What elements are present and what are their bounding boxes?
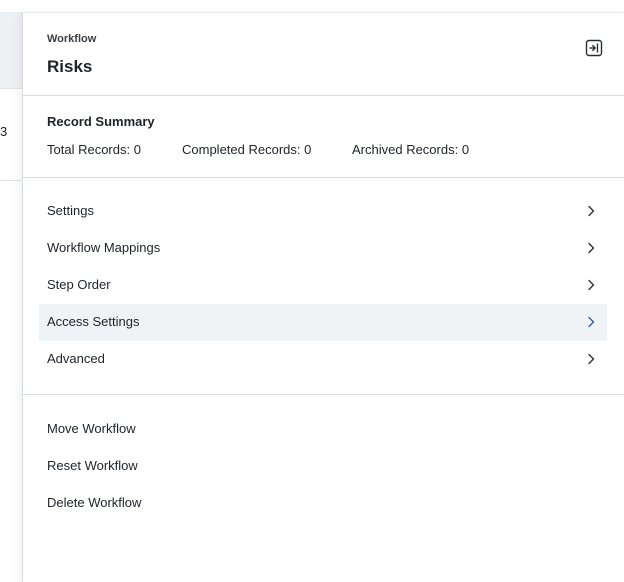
menu-item-label: Settings bbox=[47, 203, 94, 218]
background-selected-row[interactable] bbox=[0, 12, 24, 89]
move-workflow-button[interactable]: Move Workflow bbox=[47, 421, 136, 436]
delete-workflow-button[interactable]: Delete Workflow bbox=[47, 495, 141, 510]
drawer-title: Risks bbox=[47, 57, 93, 76]
background-page: 3 bbox=[0, 0, 24, 582]
menu-item-workflow-mappings[interactable]: Workflow Mappings bbox=[39, 230, 607, 267]
background-header bbox=[0, 0, 24, 12]
completed-records-stat: Completed Records: 0 bbox=[182, 142, 312, 157]
chevron-right-icon bbox=[588, 353, 595, 365]
record-summary: Record Summary Total Records: 0 Complete… bbox=[23, 95, 624, 178]
total-records-stat: Total Records: 0 bbox=[47, 142, 141, 157]
chevron-right-icon bbox=[588, 242, 595, 254]
workflow-drawer: Workflow Risks Record Summary Total Reco… bbox=[22, 12, 624, 582]
chevron-right-icon bbox=[588, 279, 595, 291]
menu-item-label: Access Settings bbox=[47, 314, 140, 329]
archived-records-stat: Archived Records: 0 bbox=[352, 142, 470, 157]
app-root: 3 Workflow Risks Record Summary Total Re… bbox=[0, 0, 624, 582]
menu-item-access-settings[interactable]: Access Settings bbox=[39, 304, 607, 341]
background-text-fragment: 3 bbox=[0, 124, 8, 139]
menu-item-label: Step Order bbox=[47, 277, 111, 292]
chevron-right-icon bbox=[588, 316, 595, 328]
menu-item-settings[interactable]: Settings bbox=[39, 193, 607, 230]
menu-item-advanced[interactable]: Advanced bbox=[39, 341, 607, 378]
menu-divider bbox=[23, 394, 624, 395]
chevron-right-icon bbox=[588, 205, 595, 217]
panel-collapse-icon bbox=[585, 39, 603, 57]
record-summary-title: Record Summary bbox=[47, 114, 155, 129]
reset-workflow-button[interactable]: Reset Workflow bbox=[47, 458, 138, 473]
menu-item-step-order[interactable]: Step Order bbox=[39, 267, 607, 304]
menu-item-label: Workflow Mappings bbox=[47, 240, 161, 255]
drawer-header: Workflow Risks bbox=[23, 13, 624, 96]
background-row-divider bbox=[0, 180, 24, 181]
collapse-drawer-button[interactable] bbox=[585, 39, 603, 57]
drawer-eyebrow: Workflow bbox=[47, 33, 97, 45]
menu-item-label: Advanced bbox=[47, 351, 105, 366]
